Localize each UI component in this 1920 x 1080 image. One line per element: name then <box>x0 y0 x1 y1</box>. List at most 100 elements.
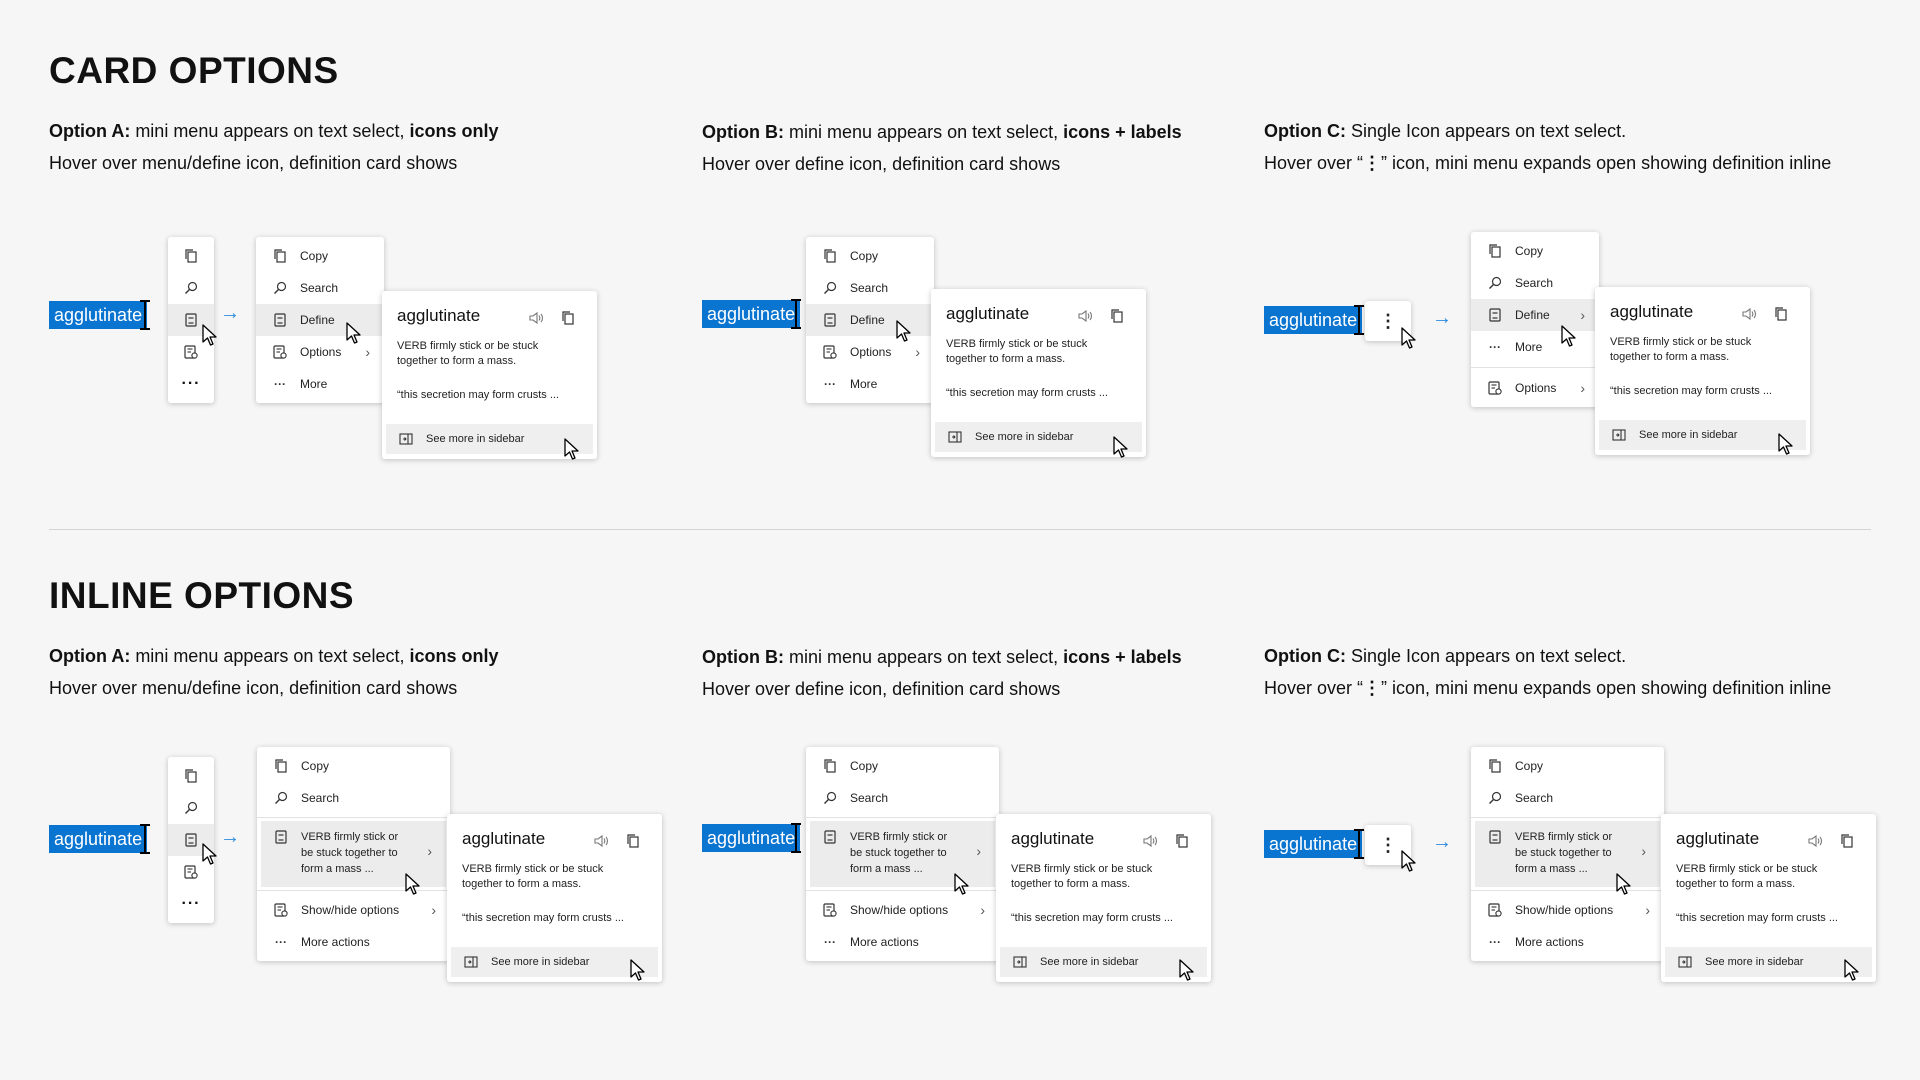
chevron-right-icon: › <box>427 843 432 859</box>
sidebar-icon <box>463 954 479 970</box>
see-more-sidebar-button[interactable]: See more in sidebar <box>1665 947 1872 977</box>
menu-item-copy[interactable]: Copy <box>806 240 934 272</box>
definition-word: agglutinate <box>1011 829 1095 848</box>
search-icon <box>822 790 838 806</box>
copy-icon[interactable] <box>168 240 214 272</box>
menu-item-copy[interactable]: Copy <box>806 750 999 782</box>
sidebar-icon <box>947 429 963 445</box>
selected-text[interactable]: agglutinate <box>702 824 801 852</box>
definition-card: agglutinate VERB firmly stick or be stuc… <box>382 291 597 459</box>
menu-item-search[interactable]: Search <box>256 272 384 304</box>
inline-option-c-desc: Option C: Single Icon appears on text se… <box>1264 646 1832 698</box>
mouse-cursor-icon <box>202 324 218 346</box>
more-icon[interactable]: ··· <box>168 368 214 400</box>
card-option-c-desc: Option C: Single Icon appears on text se… <box>1264 121 1832 173</box>
selected-text[interactable]: agglutinate <box>49 301 148 329</box>
speaker-icon[interactable] <box>1142 833 1158 849</box>
menu-item-search[interactable]: Search <box>257 782 450 814</box>
mouse-cursor-icon <box>954 873 970 895</box>
inline-mini-menu: Copy Search VERB firmly stick or be stuc… <box>1471 747 1664 961</box>
copy-icon <box>1487 758 1503 774</box>
definition-example: “this secretion may form crusts ... <box>397 389 559 401</box>
speaker-icon[interactable] <box>593 833 609 849</box>
labeled-mini-menu: Copy Search Define Options › ··· More <box>806 237 934 403</box>
chevron-right-icon: › <box>1645 902 1650 918</box>
menu-item-define[interactable]: Define › <box>1471 299 1599 331</box>
arrow-icon: → <box>220 302 240 324</box>
definition-text: VERB firmly stick or be stuck together t… <box>397 340 539 367</box>
menu-item-more-actions[interactable]: ··· More actions <box>806 926 999 958</box>
selected-text[interactable]: agglutinate <box>1264 306 1363 334</box>
menu-item-search[interactable]: Search <box>1471 267 1599 299</box>
menu-divider <box>1471 890 1664 891</box>
menu-item-copy[interactable]: Copy <box>256 240 384 272</box>
selected-text[interactable]: agglutinate <box>702 300 801 328</box>
menu-item-search[interactable]: Search <box>806 782 999 814</box>
menu-item-more[interactable]: ··· More <box>256 368 384 400</box>
more-icon[interactable]: ··· <box>168 888 214 920</box>
menu-item-options[interactable]: Options › <box>1471 372 1599 404</box>
see-more-sidebar-button[interactable]: See more in sidebar <box>1000 947 1207 977</box>
menu-item-show-hide-options[interactable]: Show/hide options › <box>257 894 450 926</box>
labeled-mini-menu: Copy Search Define › ··· More Options › <box>1471 232 1599 407</box>
menu-item-copy[interactable]: Copy <box>1471 235 1599 267</box>
definition-example: “this secretion may form crusts ... <box>1676 912 1838 924</box>
search-icon <box>1487 790 1503 806</box>
inline-mini-menu: Copy Search VERB firmly stick or be stuc… <box>806 747 999 961</box>
menu-item-more-actions[interactable]: ··· More actions <box>257 926 450 958</box>
text-caret <box>140 824 154 854</box>
selected-text[interactable]: agglutinate <box>49 825 148 853</box>
selected-text[interactable]: agglutinate <box>1264 830 1363 858</box>
see-more-sidebar-button[interactable]: See more in sidebar <box>451 947 658 977</box>
menu-item-options[interactable]: Options › <box>806 336 934 368</box>
speaker-icon[interactable] <box>1807 833 1823 849</box>
copy-icon[interactable] <box>1174 833 1190 849</box>
menu-divider <box>1471 367 1599 368</box>
copy-icon <box>1487 243 1503 259</box>
menu-item-show-hide-options[interactable]: Show/hide options › <box>1471 894 1664 926</box>
definition-text: VERB firmly stick or be stuck together t… <box>1011 863 1153 890</box>
definition-card: agglutinate VERB firmly stick or be stuc… <box>1595 287 1810 455</box>
mouse-cursor-icon <box>564 438 580 460</box>
search-icon[interactable] <box>168 792 214 824</box>
menu-item-define[interactable]: Define <box>256 304 384 336</box>
menu-item-search[interactable]: Search <box>806 272 934 304</box>
copy-icon <box>822 248 838 264</box>
menu-item-show-hide-options[interactable]: Show/hide options › <box>806 894 999 926</box>
define-icon <box>273 829 289 845</box>
speaker-icon[interactable] <box>1741 306 1757 322</box>
copy-icon[interactable] <box>1773 306 1789 322</box>
menu-item-copy[interactable]: Copy <box>257 750 450 782</box>
see-more-sidebar-button[interactable]: See more in sidebar <box>935 422 1142 452</box>
search-icon <box>273 790 289 806</box>
definition-example: “this secretion may form crusts ... <box>462 912 624 924</box>
more-icon: ··· <box>824 377 836 391</box>
search-icon[interactable] <box>168 272 214 304</box>
copy-icon[interactable] <box>560 310 576 326</box>
labeled-mini-menu: Copy Search Define Options › ··· More <box>256 237 384 403</box>
menu-item-more[interactable]: ··· More <box>806 368 934 400</box>
definition-card: agglutinate VERB firmly stick or be stuc… <box>931 289 1146 457</box>
chevron-right-icon: › <box>1580 380 1585 396</box>
speaker-icon[interactable] <box>528 310 544 326</box>
menu-item-options[interactable]: Options › <box>256 336 384 368</box>
menu-item-inline-definition[interactable]: VERB firmly stick or be stuck together t… <box>1475 821 1660 887</box>
chevron-right-icon: › <box>976 843 981 859</box>
copy-icon[interactable] <box>625 833 641 849</box>
definition-word: agglutinate <box>1676 829 1760 848</box>
copy-icon[interactable] <box>168 760 214 792</box>
copy-icon[interactable] <box>1839 833 1855 849</box>
copy-icon[interactable] <box>1109 308 1125 324</box>
chevron-right-icon: › <box>1641 843 1646 859</box>
menu-item-more[interactable]: ··· More <box>1471 331 1599 363</box>
menu-item-more-actions[interactable]: ··· More actions <box>1471 926 1664 958</box>
see-more-sidebar-button[interactable]: See more in sidebar <box>386 424 593 454</box>
mouse-cursor-icon <box>1561 325 1577 347</box>
menu-item-copy[interactable]: Copy <box>1471 750 1664 782</box>
menu-item-define[interactable]: Define <box>806 304 934 336</box>
mouse-cursor-icon <box>405 873 421 895</box>
mouse-cursor-icon <box>630 959 646 981</box>
menu-item-search[interactable]: Search <box>1471 782 1664 814</box>
speaker-icon[interactable] <box>1077 308 1093 324</box>
see-more-sidebar-button[interactable]: See more in sidebar <box>1599 420 1806 450</box>
